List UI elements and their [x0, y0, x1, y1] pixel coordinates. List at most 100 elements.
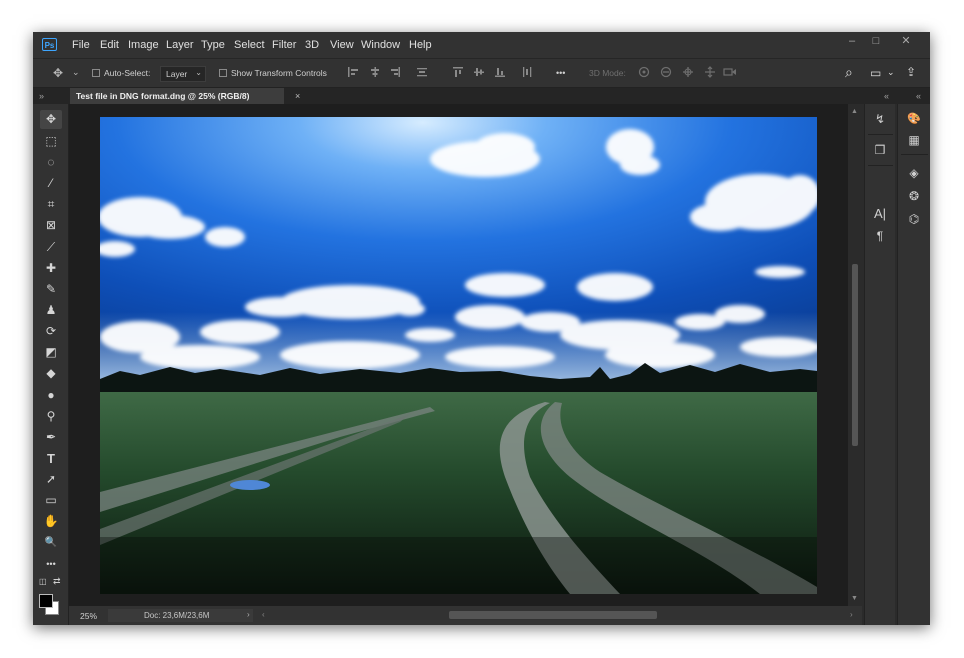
- tools-panel: ✥ ⬚ ◌ ⁄ ⌗ ⊠ ⟋ ✚ ✎ ♟ ⟳ ◩ ◆ ● ⚲ ✒ T ➚ ▭ ✋ …: [33, 104, 69, 625]
- swap-colors-icon[interactable]: ⇄: [53, 576, 61, 587]
- 3d-mode-label: 3D Mode:: [589, 68, 626, 78]
- dodge-tool-icon[interactable]: ⚲: [40, 407, 62, 426]
- show-transform-label: Show Transform Controls: [231, 68, 327, 78]
- align-middle-icon[interactable]: [473, 66, 485, 81]
- move-tool-icon[interactable]: ✥: [40, 110, 62, 129]
- eraser-tool-icon[interactable]: ◩: [40, 343, 62, 362]
- type-tool-icon[interactable]: T: [40, 449, 62, 468]
- 3d-scale-icon: [723, 66, 737, 81]
- ps-logo-icon: Ps: [42, 38, 57, 51]
- menu-layer[interactable]: Layer: [166, 32, 194, 58]
- document-tab[interactable]: Test file in DNG format.dng @ 25% (RGB/8…: [70, 88, 284, 104]
- panel-divider: [868, 165, 893, 166]
- menu-edit[interactable]: Edit: [100, 32, 119, 58]
- move-tool-preset-icon[interactable]: ✥: [53, 66, 63, 80]
- align-right-icon[interactable]: [389, 66, 401, 81]
- history-brush-tool-icon[interactable]: ⟳: [40, 322, 62, 341]
- status-menu-arrow-icon[interactable]: ›: [247, 610, 250, 619]
- menu-image[interactable]: Image: [128, 32, 159, 58]
- align-bottom-icon[interactable]: [494, 66, 506, 81]
- menu-help[interactable]: Help: [409, 32, 432, 58]
- paths-panel-icon[interactable]: ⌬: [904, 210, 924, 228]
- scroll-right-icon[interactable]: ›: [850, 610, 853, 619]
- doc-size-info[interactable]: Doc: 23,6M/23,6M: [108, 609, 253, 622]
- menu-filter[interactable]: Filter: [272, 32, 296, 58]
- auto-select-checkbox[interactable]: [92, 69, 100, 77]
- align-left-icon[interactable]: [347, 66, 359, 81]
- zoom-tool-icon[interactable]: 🔍: [40, 533, 62, 552]
- options-bar: ✥ ⌄ Auto-Select: Layer ⌄ Show Transform …: [33, 58, 930, 88]
- brush-tool-icon[interactable]: ✎: [40, 280, 62, 299]
- paint-bucket-tool-icon[interactable]: ◆: [40, 364, 62, 383]
- auto-select-target-value: Layer: [166, 69, 188, 79]
- panel-dock-1: ↯ ❒ A| ¶: [864, 104, 895, 625]
- menu-view[interactable]: View: [330, 32, 354, 58]
- path-selection-tool-icon[interactable]: ➚: [40, 470, 62, 489]
- clone-stamp-tool-icon[interactable]: ♟: [40, 301, 62, 320]
- align-top-icon[interactable]: [452, 66, 464, 81]
- menu-type[interactable]: Type: [201, 32, 225, 58]
- menu-bar: Ps File Edit Image Layer Type Select Fil…: [33, 32, 930, 58]
- align-center-icon[interactable]: [369, 66, 381, 81]
- minimize-button[interactable]: –: [839, 32, 865, 50]
- healing-brush-tool-icon[interactable]: ✚: [40, 259, 62, 278]
- show-transform-checkbox[interactable]: [219, 69, 227, 77]
- 3d-roll-icon: [659, 66, 673, 81]
- marquee-tool-icon[interactable]: ⬚: [40, 132, 62, 151]
- default-colors-icon[interactable]: ◫: [39, 577, 47, 586]
- distribute-icon[interactable]: [416, 66, 428, 81]
- scroll-down-icon[interactable]: ▼: [851, 595, 858, 602]
- auto-select-label: Auto-Select:: [104, 68, 151, 78]
- panel1-collapse-icon[interactable]: «: [884, 90, 889, 102]
- 3d-panel-icon[interactable]: ❒: [870, 141, 890, 159]
- close-button[interactable]: ✕: [893, 32, 919, 50]
- crop-tool-icon[interactable]: ⌗: [40, 195, 62, 214]
- tool-preset-chevron-icon[interactable]: ⌄: [72, 65, 80, 79]
- swatches-panel-icon[interactable]: ▦: [904, 131, 924, 149]
- panel-dock-2: 🎨 ▦ ◈ ❂ ⌬: [897, 104, 930, 625]
- menu-window[interactable]: Window: [361, 32, 400, 58]
- layers-panel-icon[interactable]: ◈: [904, 164, 924, 182]
- eyedropper-tool-icon[interactable]: ⟋: [40, 238, 62, 257]
- 3d-pan-icon: [681, 66, 695, 81]
- history-panel-icon[interactable]: ↯: [870, 110, 890, 128]
- paragraph-panel-icon[interactable]: ¶: [870, 227, 890, 245]
- 3d-slide-icon: [703, 66, 717, 81]
- scroll-up-icon[interactable]: ▲: [851, 108, 858, 115]
- more-options-icon[interactable]: •••: [556, 66, 565, 80]
- rectangle-tool-icon[interactable]: ▭: [40, 491, 62, 510]
- frame-tool-icon[interactable]: ⊠: [40, 216, 62, 235]
- search-icon[interactable]: ⌕: [845, 65, 853, 79]
- color-panel-icon[interactable]: 🎨: [904, 110, 924, 128]
- tab-close-icon[interactable]: ×: [295, 88, 300, 104]
- menu-file[interactable]: File: [72, 32, 90, 58]
- scroll-left-icon[interactable]: ‹: [262, 610, 265, 619]
- document-image[interactable]: [100, 117, 817, 594]
- foreground-color-swatch[interactable]: [39, 594, 53, 608]
- maximize-button[interactable]: □: [863, 32, 889, 50]
- character-panel-icon[interactable]: A|: [870, 205, 890, 223]
- hand-tool-icon[interactable]: ✋: [40, 512, 62, 531]
- panel2-collapse-icon[interactable]: «: [916, 90, 921, 102]
- vertical-scroll-thumb[interactable]: [852, 264, 858, 446]
- zoom-level[interactable]: 25%: [80, 610, 97, 622]
- dropdown-chevron-icon: ⌄: [195, 68, 202, 77]
- panel-divider: [868, 134, 893, 135]
- channels-panel-icon[interactable]: ❂: [904, 187, 924, 205]
- more-tools-icon[interactable]: •••: [40, 555, 62, 574]
- pen-tool-icon[interactable]: ✒: [40, 428, 62, 447]
- toolbar-collapse-icon[interactable]: »: [39, 90, 44, 102]
- menu-select[interactable]: Select: [234, 32, 265, 58]
- menu-3d[interactable]: 3D: [305, 32, 319, 58]
- canvas-area[interactable]: [69, 104, 848, 606]
- share-icon[interactable]: ⇪: [906, 65, 916, 79]
- workspace-icon[interactable]: ▭: [870, 66, 881, 80]
- horizontal-scroll-thumb[interactable]: [449, 611, 657, 619]
- auto-select-target-dropdown[interactable]: Layer ⌄: [160, 66, 206, 82]
- lasso-tool-icon[interactable]: ◌: [40, 153, 62, 172]
- 3d-orbit-icon: [637, 66, 651, 81]
- blur-tool-icon[interactable]: ●: [40, 386, 62, 405]
- workspace-chevron-icon[interactable]: ⌄: [887, 65, 895, 79]
- quick-select-tool-icon[interactable]: ⁄: [40, 174, 62, 193]
- distribute-horizontal-icon[interactable]: [521, 66, 533, 81]
